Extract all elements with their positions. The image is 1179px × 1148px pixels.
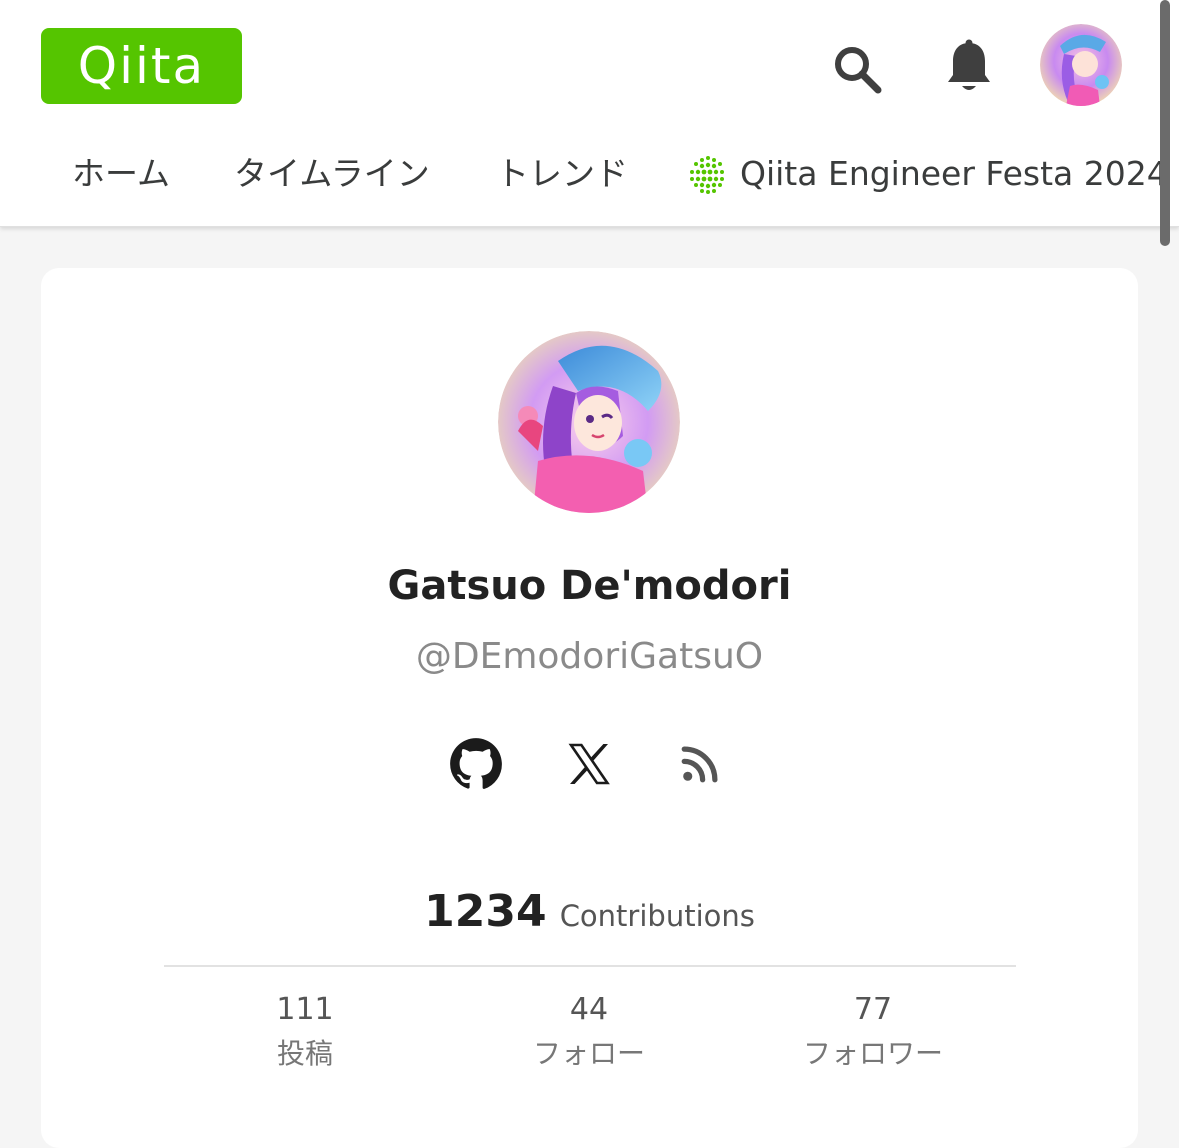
user-handle: @DEmodoriGatsuO xyxy=(415,636,764,677)
stat-following-count: 44 xyxy=(569,992,609,1027)
main-nav: ホーム タイムライン トレンド Qiita Engineer Festa 202… xyxy=(0,140,1179,210)
avatar xyxy=(1040,24,1122,106)
stat-followers-label: フォロワー xyxy=(802,1037,943,1070)
stat-followers-count: 77 xyxy=(853,992,893,1027)
stat-following-label: フォロー xyxy=(532,1037,645,1070)
search-icon xyxy=(835,47,882,94)
contributions: 1234 Contributions xyxy=(41,886,1138,937)
stat-following[interactable]: 44 フォロー xyxy=(479,990,699,1076)
stat-posts-count: 111 xyxy=(276,992,334,1027)
github-link[interactable] xyxy=(448,736,504,792)
user-menu-avatar[interactable] xyxy=(1040,24,1122,106)
social-links xyxy=(41,736,1138,792)
notification-button[interactable] xyxy=(938,36,1000,98)
logo-text: Qiita xyxy=(77,37,206,95)
x-icon xyxy=(568,743,610,785)
stat-followers[interactable]: 77 フォロワー xyxy=(763,990,983,1076)
avatar xyxy=(498,331,680,513)
nav-festa[interactable]: Qiita Engineer Festa 2024 xyxy=(688,152,1168,196)
divider xyxy=(164,965,1016,967)
nav-trend[interactable]: トレンド xyxy=(496,152,628,196)
qiita-logo[interactable]: Qiita xyxy=(41,28,242,104)
search-button[interactable] xyxy=(826,38,888,100)
rss-link[interactable] xyxy=(672,736,728,792)
scrollbar[interactable] xyxy=(1160,0,1170,246)
festa-dot-icon xyxy=(690,156,724,194)
nav-festa-label: Qiita Engineer Festa 2024 xyxy=(740,154,1168,193)
stat-posts-label: 投稿 xyxy=(276,1037,333,1070)
contributions-count: 1234 xyxy=(424,886,547,937)
profile-avatar xyxy=(498,331,680,513)
nav-timeline[interactable]: タイムライン xyxy=(234,152,430,196)
github-icon xyxy=(450,738,502,789)
stat-posts[interactable]: 111 投稿 xyxy=(195,990,415,1076)
site-header: Qiita ホーム タイムライン トレンド Qiita Engineer Fes… xyxy=(0,0,1179,227)
x-link[interactable] xyxy=(561,736,617,792)
bell-icon xyxy=(948,39,990,90)
display-name: Gatsuo De'modori xyxy=(387,563,792,609)
nav-home[interactable]: ホーム xyxy=(72,152,170,196)
contributions-label: Contributions xyxy=(559,899,755,933)
profile-card: Gatsuo De'modori @DEmodoriGatsuO 1234 Co… xyxy=(41,268,1138,1148)
rss-icon xyxy=(681,746,718,783)
